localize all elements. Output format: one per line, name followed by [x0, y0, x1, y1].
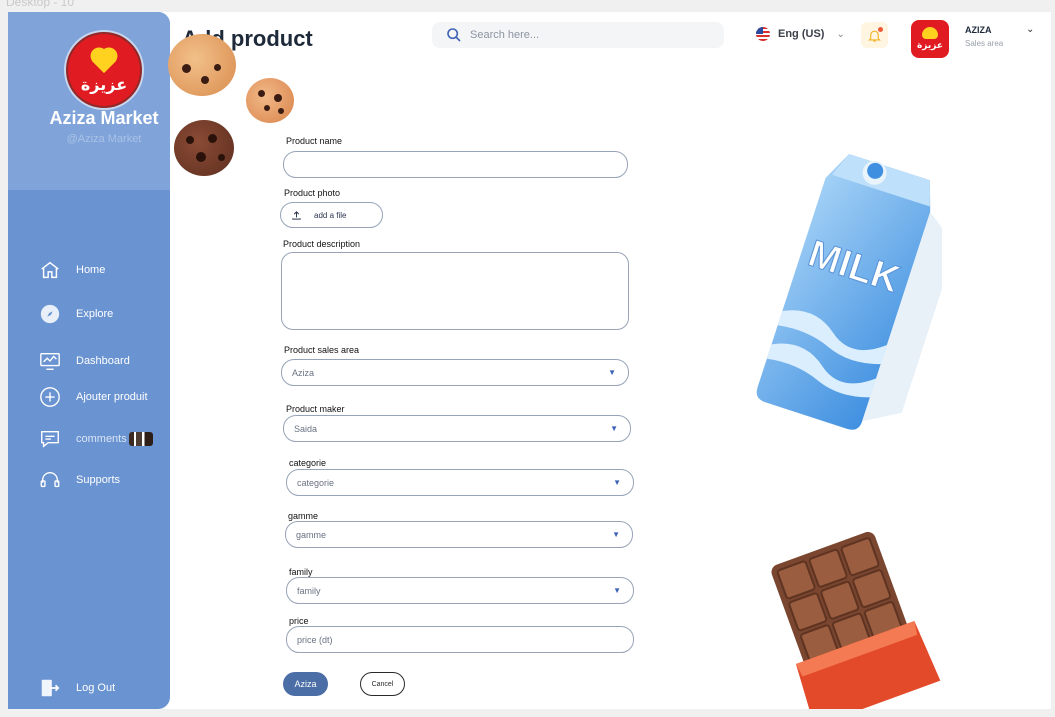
product-maker-select[interactable]: Saida ▼: [283, 415, 631, 442]
product-photo-label: Product photo: [284, 188, 341, 198]
search-icon: [447, 28, 461, 42]
sidebar: عزيزة Aziza Market @Aziza Market Home Ex…: [8, 12, 170, 709]
sidebar-item-comments[interactable]: comments: [38, 427, 153, 451]
avatar[interactable]: عزيزة: [911, 20, 949, 58]
heart-icon: [922, 27, 938, 39]
brand-logo-text: عزيزة: [80, 74, 128, 94]
chevron-down-icon: ⌄: [836, 28, 845, 40]
sidebar-item-label: Dashboard: [76, 355, 130, 367]
product-description-label: Product description: [283, 239, 361, 249]
sales-area-select[interactable]: Aziza ▼: [281, 359, 629, 386]
sidebar-item-label: Explore: [76, 308, 114, 320]
sidebar-item-label: Log Out: [76, 682, 116, 694]
search-bar[interactable]: [432, 22, 724, 48]
brand-name: Aziza Market: [49, 108, 159, 128]
brand-handle: @Aziza Market: [66, 133, 142, 145]
product-name-label: Product name: [286, 136, 343, 146]
language-selector[interactable]: Eng (US) ⌄: [756, 27, 845, 41]
logout-icon: [38, 676, 62, 700]
sidebar-brand-area: عزيزة Aziza Market @Aziza Market: [8, 12, 170, 190]
chevron-down-icon: ▼: [612, 530, 620, 539]
notification-dot: [878, 27, 883, 32]
product-maker-label: Product maker: [286, 404, 345, 414]
sidebar-item-explore[interactable]: Explore: [38, 302, 113, 326]
upload-icon: [292, 210, 301, 220]
cookie-image: [246, 78, 294, 123]
milk-carton-image: MILK: [756, 154, 942, 430]
user-role: Sales area: [965, 39, 1004, 48]
search-input[interactable]: [470, 29, 700, 41]
frame-label: Desktop - 10: [6, 0, 75, 9]
notification-button[interactable]: [861, 22, 888, 48]
product-name-input[interactable]: [283, 151, 628, 178]
upload-file-button[interactable]: add a file: [280, 202, 383, 228]
home-icon: [38, 258, 62, 282]
user-menu-chevron-icon[interactable]: ⌄: [1026, 24, 1034, 35]
app-canvas: عزيزة Aziza Market @Aziza Market Home Ex…: [8, 12, 1051, 709]
sidebar-item-label: Supports: [76, 474, 121, 486]
comment-icon: [38, 427, 62, 451]
select-value: family: [297, 585, 321, 596]
sidebar-item-label: Home: [76, 264, 106, 276]
product-description-textarea[interactable]: [281, 252, 629, 330]
chevron-down-icon: ▼: [610, 424, 618, 433]
select-value: Saida: [294, 423, 318, 434]
compass-icon: [38, 302, 62, 326]
avatar-logo-text: عزيزة: [916, 41, 944, 51]
sidebar-item-dashboard[interactable]: Dashboard: [38, 349, 130, 373]
chocolate-cookie-image: [174, 120, 234, 176]
logout-button[interactable]: Log Out: [38, 676, 115, 700]
select-value: gamme: [296, 529, 327, 540]
user-name: AZIZA: [965, 25, 992, 35]
sales-area-label: Product sales area: [284, 345, 360, 355]
language-label: Eng (US): [778, 28, 825, 40]
family-select[interactable]: family ▼: [286, 577, 634, 604]
monitor-chart-icon: [38, 349, 62, 373]
sidebar-item-label: Ajouter produit: [76, 391, 148, 403]
chevron-down-icon: ▼: [613, 586, 621, 595]
us-flag-icon: [756, 27, 770, 41]
price-input[interactable]: [286, 626, 634, 653]
chocolate-bar-image: [771, 532, 941, 709]
select-value: Aziza: [292, 367, 315, 378]
comments-avatars: [128, 432, 153, 446]
family-label: family: [289, 567, 313, 577]
chevron-down-icon: ▼: [613, 478, 621, 487]
brand-logo: عزيزة: [64, 30, 144, 110]
gamme-select[interactable]: gamme ▼: [285, 521, 633, 548]
select-value: categorie: [297, 477, 335, 488]
submit-button[interactable]: Aziza: [283, 672, 328, 696]
cancel-button[interactable]: Cancel: [360, 672, 405, 696]
cookie-image: [168, 34, 236, 96]
chevron-down-icon: ▼: [608, 368, 616, 377]
gamme-label: gamme: [288, 511, 319, 521]
heart-icon: [89, 49, 119, 73]
price-label: price: [289, 616, 309, 626]
category-label: categorie: [289, 458, 327, 468]
sidebar-item-home[interactable]: Home: [38, 258, 105, 282]
sidebar-item-label: comments: [76, 433, 127, 445]
upload-label: add a file: [314, 210, 347, 220]
plus-circle-icon: [38, 385, 62, 409]
category-select[interactable]: categorie ▼: [286, 469, 634, 496]
sidebar-item-add-product[interactable]: Ajouter produit: [38, 385, 148, 409]
headset-icon: [38, 468, 62, 492]
sidebar-item-supports[interactable]: Supports: [38, 468, 120, 492]
